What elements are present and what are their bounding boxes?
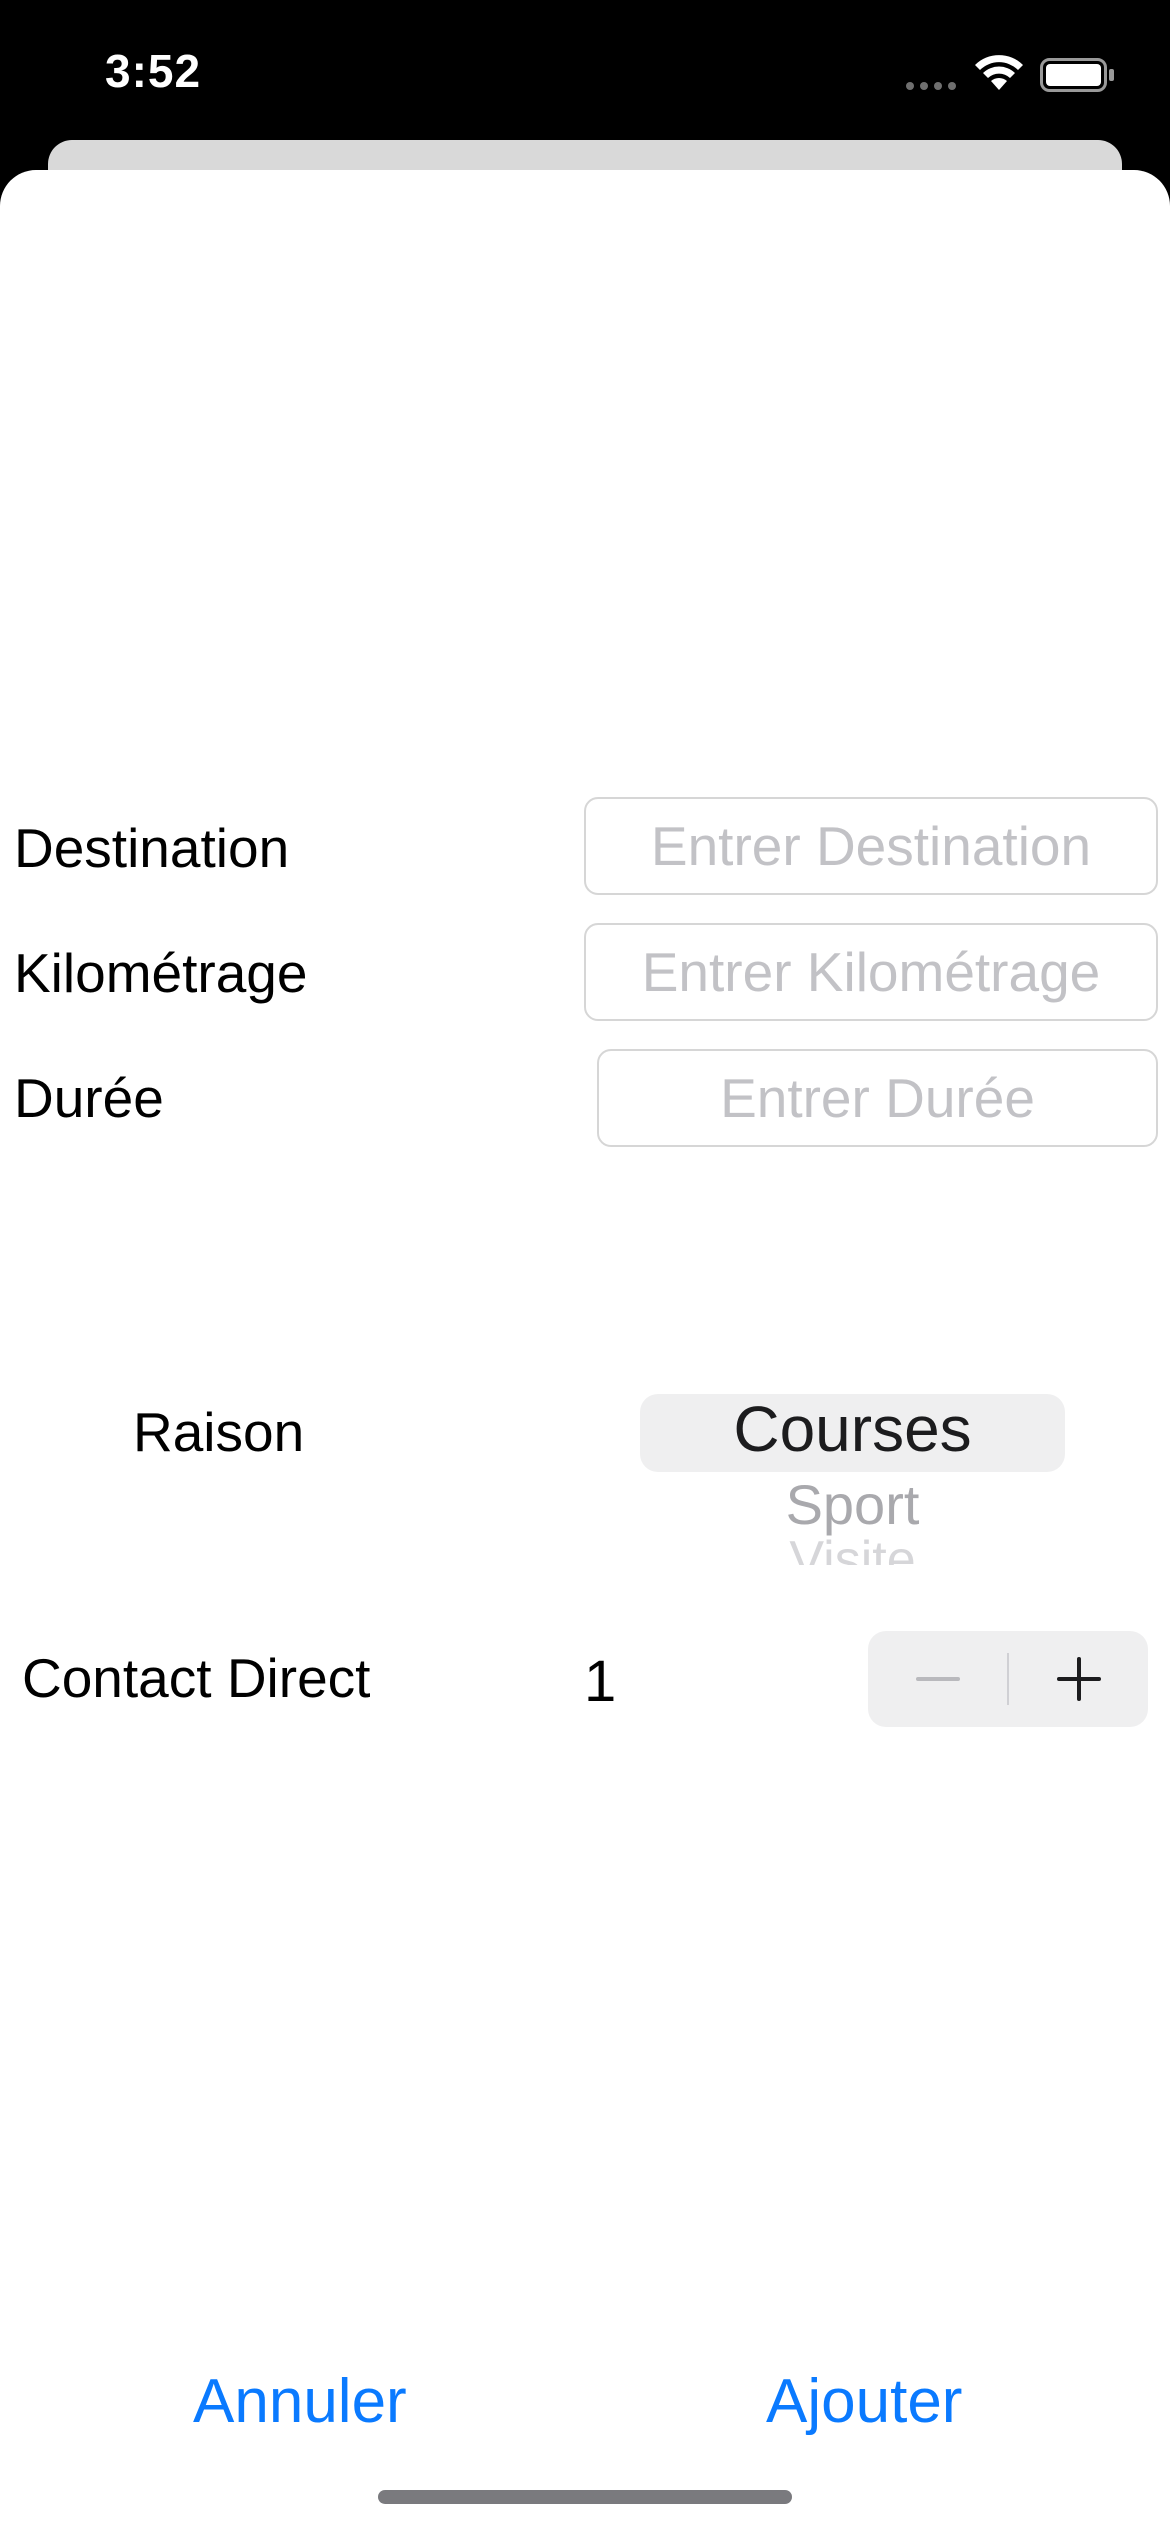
destination-input[interactable] <box>584 797 1158 895</box>
status-time: 3:52 <box>105 45 202 97</box>
contact-stepper[interactable] <box>868 1631 1148 1727</box>
add-button[interactable]: Ajouter <box>766 2366 962 2437</box>
contact-direct-label: Contact Direct <box>22 1647 371 1709</box>
stepper-plus-button[interactable] <box>1009 1631 1148 1727</box>
destination-label: Destination <box>14 817 290 879</box>
wifi-icon <box>972 50 1026 97</box>
home-indicator <box>378 2490 792 2504</box>
kilometrage-input[interactable] <box>584 923 1158 1021</box>
contact-count: 1 <box>584 1649 617 1714</box>
stepper-minus-button[interactable] <box>868 1631 1007 1727</box>
modal-sheet: Destination Kilométrage Durée Raison Con… <box>0 170 1170 2532</box>
plus-icon <box>1056 1657 1101 1701</box>
raison-picker[interactable]: Courses Sport Visite <box>600 1380 1130 1565</box>
status-bar: 3:52 <box>0 0 1170 160</box>
picker-option[interactable]: Visite <box>640 1530 1065 1565</box>
duree-input[interactable] <box>597 1049 1158 1147</box>
kilometrage-label: Kilométrage <box>14 942 308 1004</box>
picker-option[interactable]: Sport <box>640 1472 1065 1537</box>
minus-icon <box>915 1677 960 1681</box>
picker-option-selected[interactable]: Courses <box>640 1392 1065 1466</box>
battery-icon <box>1040 58 1116 97</box>
duree-label: Durée <box>14 1067 164 1129</box>
raison-label: Raison <box>133 1401 305 1463</box>
cancel-button[interactable]: Annuler <box>193 2366 407 2437</box>
signal-dots-icon <box>906 82 956 90</box>
